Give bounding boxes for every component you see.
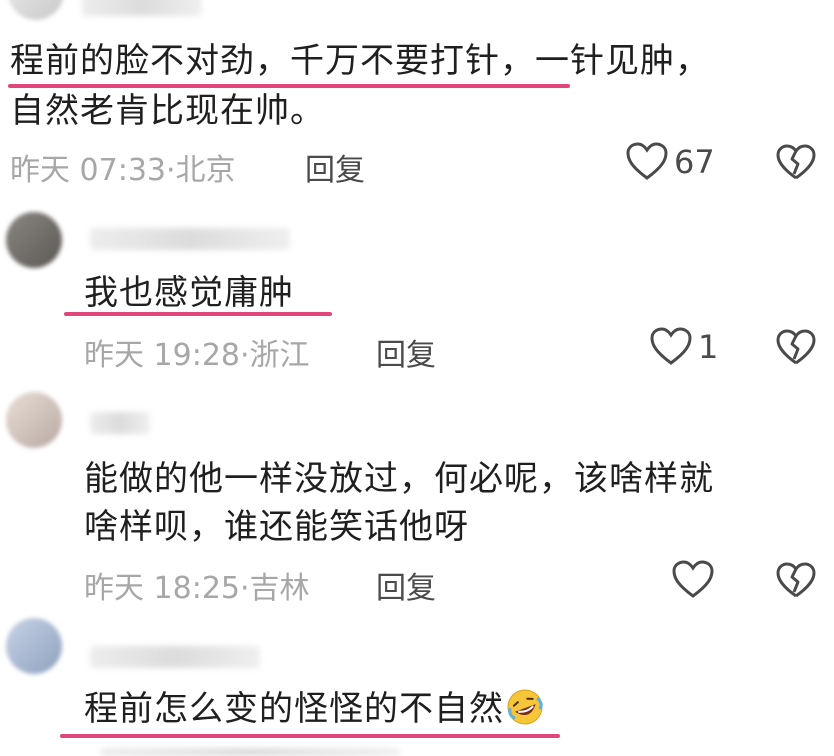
- broken-heart-icon: [776, 144, 816, 180]
- like-count: 1: [698, 328, 719, 366]
- rofl-emoji-icon: [507, 689, 543, 725]
- username-blurred: [90, 228, 290, 250]
- avatar[interactable]: [6, 618, 62, 674]
- comment-text-line-1: 程前怎么变的怪怪的不自然: [84, 686, 544, 732]
- dislike-button[interactable]: [776, 562, 816, 600]
- like-button[interactable]: [672, 560, 714, 600]
- dislike-button[interactable]: [776, 329, 816, 367]
- like-button[interactable]: 67: [626, 142, 715, 182]
- broken-heart-icon: [776, 329, 816, 365]
- comment-time: 昨天 07:33·北京: [10, 153, 236, 188]
- comment-text-line-2: 自然老肯比现在帅。: [10, 91, 325, 131]
- like-button[interactable]: 1: [650, 327, 718, 367]
- comment-time: 昨天 18:25·吉林: [84, 571, 310, 606]
- comment-text-line-1: 能做的他一样没放过，何必呢，该啥样就: [84, 459, 714, 499]
- username-blurred: [82, 0, 202, 16]
- comment-time: 昨天 19:28·浙江: [84, 338, 310, 373]
- comment-text-line-2: 啥样呗，谁还能笑话他呀: [84, 507, 469, 547]
- dislike-button[interactable]: [776, 144, 816, 182]
- comment-text-line-1: 我也感觉庸肿: [84, 273, 294, 313]
- heart-icon: [626, 142, 668, 180]
- username-blurred: [90, 412, 150, 434]
- like-count: 67: [674, 143, 715, 181]
- highlight-underline: [64, 312, 332, 316]
- cropped-meta-blur: [100, 748, 400, 756]
- reply-button[interactable]: 回复: [376, 563, 436, 607]
- comment-text-line-1: 程前的脸不对劲，千万不要打针，一针见肿，: [10, 41, 710, 81]
- avatar[interactable]: [8, 0, 64, 20]
- reply-button[interactable]: 回复: [376, 330, 436, 374]
- avatar[interactable]: [6, 212, 62, 268]
- heart-icon: [650, 327, 692, 365]
- broken-heart-icon: [776, 562, 816, 598]
- highlight-underline: [60, 734, 560, 738]
- reply-button[interactable]: 回复: [305, 145, 365, 189]
- avatar[interactable]: [6, 392, 62, 448]
- heart-icon: [672, 560, 714, 598]
- username-blurred: [90, 646, 260, 668]
